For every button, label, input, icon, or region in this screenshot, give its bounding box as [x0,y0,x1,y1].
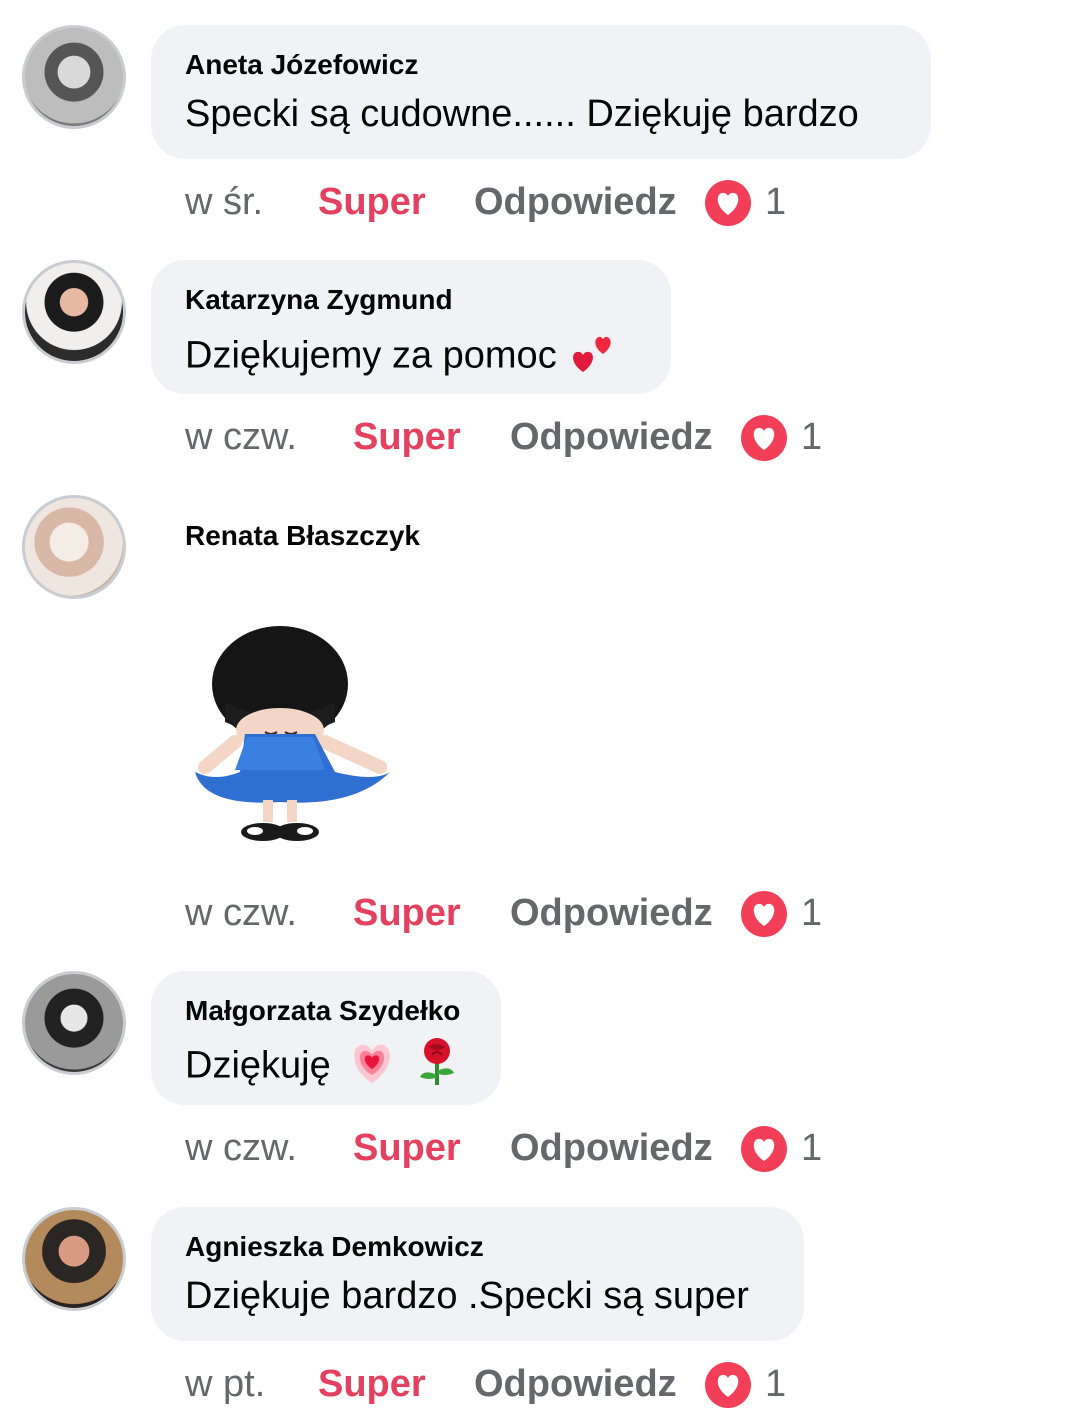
comment-actions: w czw. Super Odpowiedz 1 [185,1124,885,1172]
two-hearts-icon [567,326,619,389]
comment-time[interactable]: w czw. [185,1124,297,1172]
reaction-count: 1 [765,181,787,223]
comment-bubble: Aneta Józefowicz Specki są cudowne......… [151,25,931,159]
comment-text: Dziękuję [185,1044,331,1087]
avatar[interactable] [22,260,126,364]
growing-heart-icon [347,1039,397,1096]
comment-author[interactable]: Katarzyna Zygmund [185,284,637,316]
heart-reaction-icon[interactable] [705,180,751,226]
avatar[interactable] [22,971,126,1075]
rose-icon [414,1037,460,1098]
like-button[interactable]: Super [318,178,426,226]
reply-button[interactable]: Odpowiedz [474,178,677,226]
heart-reaction-icon[interactable] [705,1362,751,1408]
comment-author[interactable]: Małgorzata Szydełko [185,995,467,1027]
comment-text: Dziękujemy za pomoc [185,334,557,377]
comment-actions: w pt. Super Odpowiedz 1 [185,1360,885,1408]
comment-author[interactable]: Aneta Józefowicz [185,49,897,81]
comment-author[interactable]: Agnieszka Demkowicz [185,1231,770,1263]
reaction-count: 1 [801,416,823,458]
comment-text: Dziękuje bardzo .Specki są super [185,1275,749,1317]
heart-reaction-icon[interactable] [741,415,787,461]
comment-actions: w czw. Super Odpowiedz 1 [185,413,885,461]
reply-button[interactable]: Odpowiedz [510,889,713,937]
reply-button[interactable]: Odpowiedz [474,1360,677,1408]
reaction-count: 1 [801,1127,823,1169]
comment-text: Specki są cudowne...... Dziękuję bardzo [185,93,859,135]
comment-bubble: Małgorzata Szydełko Dziękuję [151,971,501,1105]
comment-text-row: Dziękuję [185,1037,467,1098]
comment-time[interactable]: w czw. [185,889,297,937]
reaction-count: 1 [801,892,823,934]
comment-actions: w śr. Super Odpowiedz 1 [185,178,885,226]
heart-reaction-icon[interactable] [741,891,787,937]
like-button[interactable]: Super [353,413,461,461]
comment-author[interactable]: Renata Błaszczyk [185,520,420,552]
comment-bubble: Agnieszka Demkowicz Dziękuje bardzo .Spe… [151,1207,804,1341]
heart-reaction-icon[interactable] [741,1126,787,1172]
reaction-count: 1 [765,1363,787,1405]
comment-text-row: Dziękujemy za pomoc [185,326,637,389]
reply-button[interactable]: Odpowiedz [510,413,713,461]
like-button[interactable]: Super [353,1124,461,1172]
reply-button[interactable]: Odpowiedz [510,1124,713,1172]
girl-curtsy-sticker[interactable] [185,622,405,850]
avatar[interactable] [22,1207,126,1311]
comment-time[interactable]: w śr. [185,178,263,226]
comment-actions: w czw. Super Odpowiedz 1 [185,889,885,937]
comment-time[interactable]: w czw. [185,413,297,461]
comment-bubble: Katarzyna Zygmund Dziękujemy za pomoc [151,260,671,394]
like-button[interactable]: Super [318,1360,426,1408]
comment-time[interactable]: w pt. [185,1360,265,1408]
like-button[interactable]: Super [353,889,461,937]
avatar[interactable] [22,495,126,599]
avatar[interactable] [22,25,126,129]
